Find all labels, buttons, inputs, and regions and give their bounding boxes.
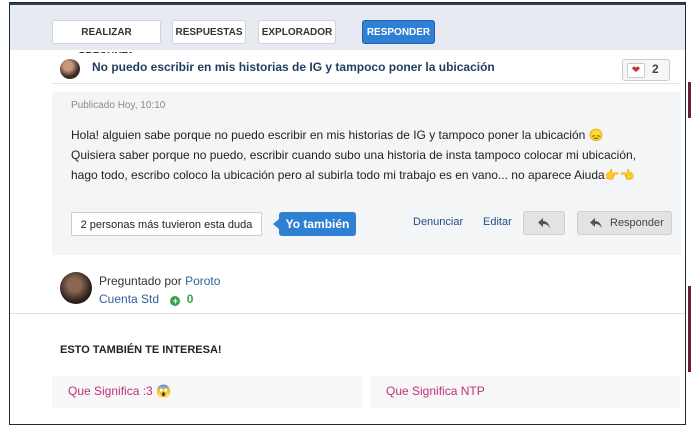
related-link[interactable]: Que Significa :3 😱	[68, 384, 171, 398]
report-link[interactable]: Denunciar	[413, 216, 463, 228]
related-item[interactable]: Que Significa :3 😱	[52, 376, 362, 408]
section-divider	[10, 313, 685, 314]
sidebar-edge-marker	[688, 82, 691, 118]
reply-arrow-icon	[590, 218, 602, 228]
question-body-line: hago todo, escribo coloco la ubicación p…	[71, 168, 635, 182]
question-header: No puedo escribir en mis historias de IG…	[52, 53, 681, 84]
asked-by: Preguntado por Poroto	[99, 274, 220, 288]
page-frame: REALIZAR PREGUNTA RESPUESTAS EXPLORADOR …	[9, 2, 686, 425]
account-info: Cuenta Std + 0	[99, 292, 193, 306]
published-date: Publicado Hoy, 10:10	[71, 100, 166, 111]
plus-circle-icon: +	[170, 296, 181, 306]
explorer-button[interactable]: EXPLORADOR	[258, 20, 336, 44]
respond-nav-button[interactable]: RESPONDER	[362, 20, 435, 44]
related-link[interactable]: Que Significa NTP	[386, 384, 485, 398]
like-counter[interactable]: ❤ 2	[622, 59, 670, 81]
quick-reply-button[interactable]	[523, 211, 565, 235]
question-card: Publicado Hoy, 10:10 Hola! alguien sabe …	[52, 92, 681, 255]
author-info: Preguntado por Poroto Cuenta Std + 0	[52, 265, 681, 315]
respond-button-label: Responder	[610, 217, 664, 229]
same-doubt-counter: 2 personas más tuvieron esta duda	[71, 212, 262, 236]
question-body-line: Hola! alguien sabe porque no puedo escri…	[71, 128, 604, 142]
respond-button[interactable]: Responder	[577, 211, 672, 235]
reply-arrow-icon	[538, 218, 550, 228]
edit-link[interactable]: Editar	[483, 216, 512, 228]
heart-icon[interactable]: ❤	[627, 63, 645, 78]
ask-question-button[interactable]: REALIZAR PREGUNTA	[52, 20, 161, 62]
top-navigation: REALIZAR PREGUNTA RESPUESTAS EXPLORADOR …	[10, 3, 685, 62]
avatar[interactable]	[60, 59, 80, 79]
answers-button[interactable]: RESPUESTAS	[172, 20, 246, 44]
author-avatar[interactable]	[60, 272, 92, 304]
like-count: 2	[652, 62, 659, 76]
author-name-link[interactable]: Poroto	[185, 274, 220, 288]
sidebar-edge-marker	[688, 286, 691, 372]
question-body: Hola! alguien sabe porque no puedo escri…	[71, 125, 676, 185]
question-body-line: Quisiera saber porque no puedo, escribir…	[71, 148, 636, 162]
account-type-link[interactable]: Cuenta Std	[99, 292, 159, 306]
me-too-button[interactable]: Yo también	[273, 212, 356, 236]
related-heading: ESTO TAMBIÉN TE INTERESA!	[60, 344, 222, 356]
asked-by-label: Preguntado por	[99, 274, 182, 288]
author-points: 0	[186, 292, 194, 306]
question-title: No puedo escribir en mis historias de IG…	[92, 60, 495, 74]
related-item[interactable]: Que Significa NTP	[370, 376, 680, 408]
